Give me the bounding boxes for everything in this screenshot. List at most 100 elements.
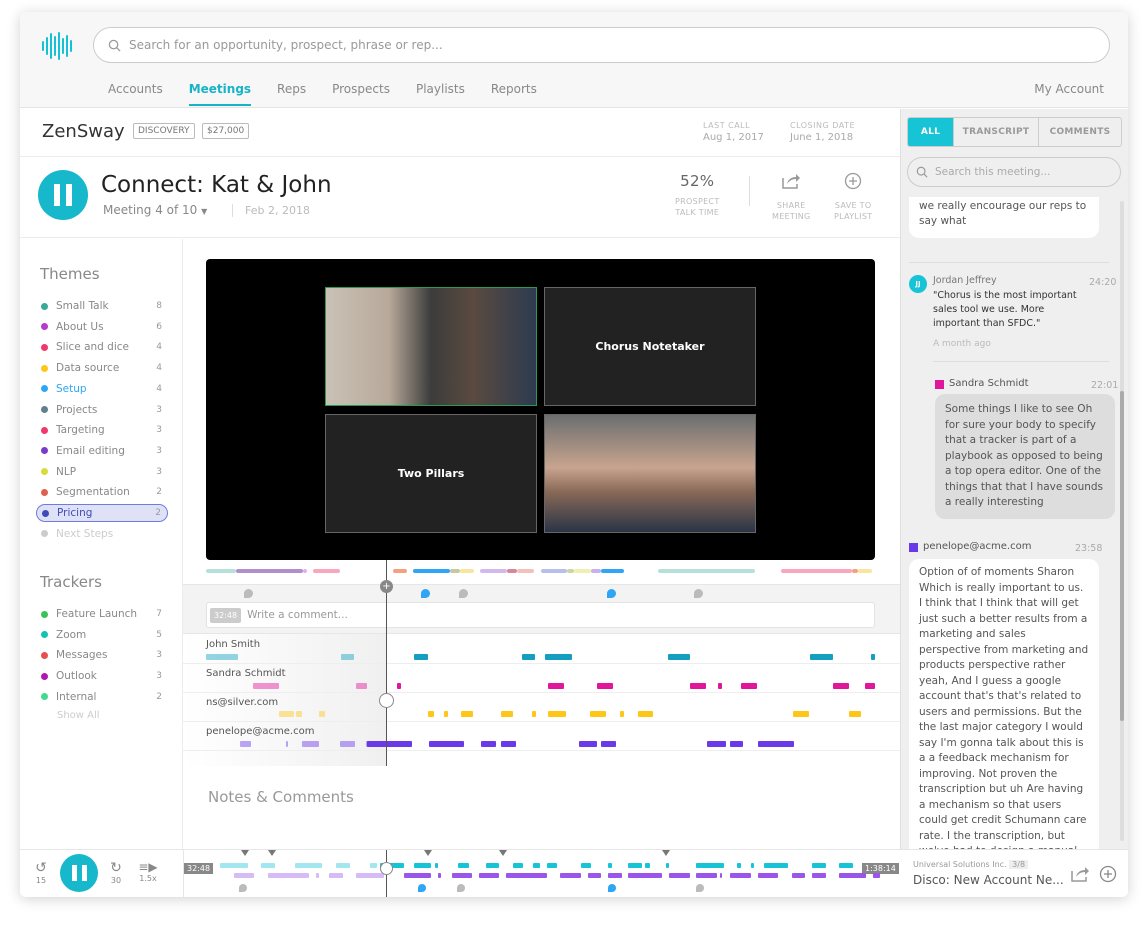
nav-prospects[interactable]: Prospects xyxy=(332,82,390,106)
speech-segment[interactable] xyxy=(501,711,514,717)
comment-bubble-icon[interactable] xyxy=(244,589,254,598)
mini-segment[interactable] xyxy=(315,873,319,878)
speech-segment[interactable] xyxy=(278,711,295,717)
speech-segment[interactable] xyxy=(590,711,607,717)
theme-segment[interactable] xyxy=(540,569,568,573)
mini-segment[interactable] xyxy=(812,863,826,868)
mini-segment[interactable] xyxy=(608,863,613,868)
theme-segment[interactable] xyxy=(590,569,601,573)
mini-segment[interactable] xyxy=(261,863,275,868)
theme-segment[interactable] xyxy=(567,569,574,573)
transcript-time[interactable]: 23:58 xyxy=(1075,541,1102,557)
mini-segment[interactable] xyxy=(458,863,469,868)
speech-segment[interactable] xyxy=(240,741,251,747)
mini-segment[interactable] xyxy=(546,863,557,868)
mini-segment[interactable] xyxy=(485,863,500,868)
pause-button-small[interactable] xyxy=(60,854,98,892)
theme-segment[interactable] xyxy=(413,569,451,573)
meeting-selector[interactable]: Meeting 4 of 10 ▼ xyxy=(103,203,207,217)
speech-segment[interactable] xyxy=(302,741,320,747)
tracker-item[interactable]: Feature Launch 7 xyxy=(36,605,168,623)
speech-segment[interactable] xyxy=(689,683,706,689)
mini-segment[interactable] xyxy=(812,873,826,878)
save-to-playlist-button[interactable]: SAVE TO PLAYLIST xyxy=(834,172,872,222)
marker-triangle-icon[interactable] xyxy=(662,850,671,856)
mini-segment[interactable] xyxy=(512,863,523,868)
theme-segment[interactable] xyxy=(573,569,591,573)
theme-segment[interactable] xyxy=(858,569,872,573)
speech-segment[interactable] xyxy=(429,741,465,747)
comment-bubble-icon[interactable] xyxy=(608,884,616,892)
search-input[interactable]: Search for an opportunity, prospect, phr… xyxy=(93,27,1110,63)
mini-playhead-handle[interactable] xyxy=(380,862,393,875)
mini-segment[interactable] xyxy=(268,873,309,878)
nav-reps[interactable]: Reps xyxy=(277,82,306,106)
mini-segment[interactable] xyxy=(696,873,717,878)
forward-button[interactable]: ↻ 30 xyxy=(106,860,126,885)
speech-segment[interactable] xyxy=(620,711,625,717)
theme-item[interactable]: Pricing 2 xyxy=(36,504,168,522)
tracker-item[interactable]: Outlook 3 xyxy=(36,667,168,685)
mini-segment[interactable] xyxy=(839,873,867,878)
speed-button[interactable]: ≡▶ 1.5x xyxy=(138,860,158,883)
speech-segment[interactable] xyxy=(286,741,289,747)
tab-transcript[interactable]: TRANSCRIPT xyxy=(954,118,1039,146)
speech-segment[interactable] xyxy=(397,683,402,689)
marker-triangle-icon[interactable] xyxy=(240,850,249,856)
mini-segment[interactable] xyxy=(645,863,651,868)
add-comment-icon[interactable]: + xyxy=(380,580,393,593)
speech-segment[interactable] xyxy=(596,683,613,689)
speech-segment[interactable] xyxy=(545,654,572,660)
mini-segment[interactable] xyxy=(533,863,540,868)
mini-segment[interactable] xyxy=(608,873,622,878)
speech-segment[interactable] xyxy=(340,741,356,747)
theme-segment[interactable] xyxy=(781,569,852,573)
speech-segment[interactable] xyxy=(717,683,723,689)
mini-segment[interactable] xyxy=(478,873,500,878)
comment-input[interactable]: 32:48 Write a comment... xyxy=(206,602,875,628)
mini-segment[interactable] xyxy=(628,863,642,868)
mini-segment[interactable] xyxy=(580,863,591,868)
theme-segment[interactable] xyxy=(657,569,755,573)
scrollbar[interactable] xyxy=(1120,201,1124,841)
speech-segment[interactable] xyxy=(355,683,368,689)
theme-segment[interactable] xyxy=(517,569,534,573)
marker-triangle-icon[interactable] xyxy=(268,850,276,856)
mini-segment[interactable] xyxy=(336,863,350,868)
speech-segment[interactable] xyxy=(832,683,849,689)
theme-segment[interactable] xyxy=(480,569,508,573)
transcript-time[interactable]: 22:01 xyxy=(1091,378,1118,394)
nav-playlists[interactable]: Playlists xyxy=(416,82,465,106)
speech-segment[interactable] xyxy=(252,683,279,689)
comment-bubble-icon[interactable] xyxy=(457,884,466,892)
mini-segment[interactable] xyxy=(356,873,384,878)
tab-all[interactable]: ALL xyxy=(908,118,954,146)
theme-item[interactable]: NLP 3 xyxy=(36,463,168,481)
theme-item[interactable]: Next Steps xyxy=(36,525,168,543)
nav-accounts[interactable]: Accounts xyxy=(108,82,163,106)
mini-segment[interactable] xyxy=(451,873,472,878)
speech-segment[interactable] xyxy=(864,683,875,689)
theme-segment[interactable] xyxy=(600,569,625,573)
logo-icon[interactable] xyxy=(42,32,72,60)
mini-segment[interactable] xyxy=(370,863,377,868)
tracker-item[interactable]: Messages 3 xyxy=(36,646,168,664)
speech-segment[interactable] xyxy=(460,711,473,717)
speech-segment[interactable] xyxy=(531,711,536,717)
mini-segment[interactable] xyxy=(234,873,255,878)
speech-segment[interactable] xyxy=(547,683,564,689)
mini-segment[interactable] xyxy=(560,873,581,878)
show-all-link[interactable]: Show All xyxy=(57,710,100,721)
mini-segment[interactable] xyxy=(506,873,547,878)
speech-segment[interactable] xyxy=(757,741,795,747)
rewind-button[interactable]: ↺ 15 xyxy=(31,860,51,885)
mini-segment[interactable] xyxy=(757,873,778,878)
video-player[interactable]: Chorus Notetaker Two Pillars xyxy=(206,259,875,560)
speech-segment[interactable] xyxy=(341,654,354,660)
tracker-item[interactable]: Internal 2 xyxy=(36,688,168,706)
speech-segment[interactable] xyxy=(319,711,326,717)
comment-bubble-icon[interactable] xyxy=(420,589,430,598)
mini-segment[interactable] xyxy=(329,873,343,878)
mini-segment[interactable] xyxy=(873,873,880,878)
theme-segment[interactable] xyxy=(450,569,461,573)
